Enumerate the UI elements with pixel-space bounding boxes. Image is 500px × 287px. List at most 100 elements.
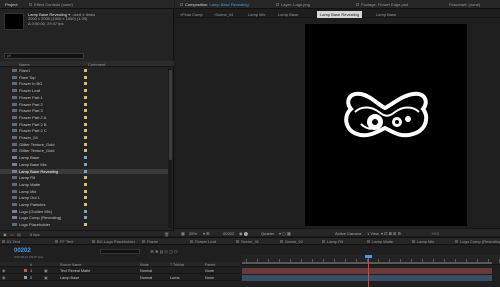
project-item[interactable]: Logo (Golden Mix)	[0, 209, 168, 214]
label-color[interactable]	[84, 136, 87, 139]
project-item[interactable]: Lamp Fill	[0, 175, 168, 180]
breadcrumb-lamp-base-2[interactable]: Lamp Base	[373, 11, 399, 18]
label-color[interactable]	[84, 95, 87, 99]
current-time-indicator[interactable]	[365, 255, 372, 258]
label-color[interactable]	[84, 149, 87, 153]
close-icon[interactable]	[276, 3, 279, 7]
project-item[interactable]: Lamp Base	[0, 155, 168, 160]
view-layout-dropdown[interactable]: 1 View	[367, 231, 379, 236]
tab-project[interactable]: Project	[2, 1, 20, 8]
project-item[interactable]: Logo Comp (Revealing)	[0, 215, 168, 220]
layer-row[interactable]: ◉ 1 ▣ Text Reveal Matte Normal None	[0, 268, 240, 274]
timeline-search-input[interactable]	[100, 249, 140, 254]
project-item[interactable]: Lamp Base Revealing	[0, 168, 168, 174]
breadcrumb-lamp-base[interactable]: Lamp Base	[275, 11, 301, 18]
magnification-dropdown[interactable]: 25%	[189, 231, 197, 236]
project-item[interactable]: Lamp Out 1	[0, 195, 168, 200]
interpret-footage-icon[interactable]: ▣	[3, 232, 7, 237]
label-color[interactable]	[84, 82, 87, 86]
col-trkmat[interactable]: T TrkMat	[170, 263, 184, 267]
bpc-button[interactable]: 8 bpc	[30, 232, 40, 237]
close-icon[interactable]	[180, 3, 183, 7]
grid-icon[interactable]: ▦	[181, 231, 185, 236]
label-color[interactable]	[84, 162, 87, 166]
layer-name[interactable]: Lamp Base	[60, 275, 79, 281]
label-color[interactable]	[84, 122, 87, 126]
tab-composition[interactable]: Composition: Lamp Base Revealing	[177, 1, 252, 8]
tab-flowchart[interactable]: Flowchart: (none)	[446, 1, 483, 8]
fit-icon[interactable]: ▾ ⊞	[203, 231, 209, 236]
label-color[interactable]	[84, 176, 87, 180]
exposure-value[interactable]: +0.0	[431, 231, 439, 236]
project-item[interactable]: Glitter Texture_Gold	[0, 142, 168, 147]
layer-mode[interactable]: Normal	[140, 268, 152, 274]
label-color[interactable]	[84, 102, 87, 106]
project-item[interactable]: Flower Part 2	[0, 102, 168, 107]
current-time[interactable]: 00202	[223, 231, 234, 236]
label-color[interactable]	[84, 75, 87, 79]
project-item[interactable]: Glitter Texture_Gold	[0, 148, 168, 153]
label-color[interactable]	[84, 142, 87, 146]
project-item[interactable]: Flower Part 3	[0, 108, 168, 113]
playhead-line[interactable]	[368, 255, 369, 287]
view-options-icon[interactable]: ▾ ⊡ ⊠ ⊞ ⚙	[381, 231, 401, 236]
layer-label-color[interactable]	[24, 269, 27, 272]
scrollbar-thumb[interactable]	[168, 70, 172, 160]
project-item[interactable]: Flower Part 2 C	[0, 128, 168, 133]
label-color[interactable]	[84, 189, 87, 193]
roi-icon[interactable]: ▾ ▢ ▦	[279, 231, 291, 236]
label-color[interactable]	[84, 216, 87, 220]
breadcrumb-final-comp[interactable]: «Final Comp	[177, 11, 206, 18]
label-color[interactable]	[84, 115, 87, 119]
layer-duration-bar[interactable]	[242, 275, 492, 281]
label-color[interactable]	[84, 109, 87, 113]
project-item[interactable]: Flower Part 2 A	[0, 115, 168, 120]
layer-row[interactable]: ◉ 2 ▣ Lamp Base Normal Luma None	[0, 275, 240, 281]
trash-icon[interactable]: 🗑	[164, 232, 169, 237]
project-item[interactable]: Flower Leaf	[0, 88, 168, 93]
label-color[interactable]	[84, 89, 87, 93]
label-color[interactable]	[84, 169, 87, 173]
col-parent[interactable]: Parent	[205, 263, 215, 267]
project-scrollbar[interactable]	[168, 68, 172, 228]
snapshot-icon[interactable]: ◉ ⬤	[239, 231, 248, 236]
project-item[interactable]: Lamp Matte	[0, 182, 168, 187]
resolution-dropdown[interactable]: Quarter	[261, 231, 275, 236]
tab-footage[interactable]: Footage: Flower Edge.psd	[353, 1, 411, 8]
layer-name[interactable]: Text Reveal Matte	[60, 268, 90, 274]
project-item[interactable]: Flower In BG	[0, 81, 168, 86]
close-icon[interactable]	[356, 3, 359, 7]
project-item[interactable]: Lamp Base Mix	[0, 162, 168, 167]
project-item[interactable]: Flower_04	[0, 135, 168, 140]
label-color[interactable]	[84, 69, 87, 72]
breadcrumb-lamp-base-revealing[interactable]: Lamp Base Revealing	[317, 11, 363, 18]
layer-parent[interactable]: None	[205, 275, 214, 281]
breadcrumb-lamp-mix[interactable]: Lamp Mix	[245, 11, 268, 18]
work-area-bar[interactable]	[242, 262, 492, 264]
col-mode[interactable]: Mode	[140, 263, 149, 267]
visibility-icon[interactable]: ◉	[2, 268, 5, 274]
new-comp-icon[interactable]: ▤	[17, 232, 21, 237]
project-search-input[interactable]: ρ▾	[4, 53, 84, 59]
project-item[interactable]: Flare1	[0, 68, 168, 73]
label-color[interactable]	[84, 156, 87, 160]
layer-mode[interactable]: Normal	[140, 275, 152, 281]
camera-dropdown[interactable]: Active Camera	[335, 231, 361, 236]
tab-layer[interactable]: Layer: Logo.png	[273, 1, 313, 8]
new-folder-icon[interactable]: ▭	[10, 232, 14, 237]
layer-duration-bar[interactable]	[242, 268, 492, 274]
col-source-name[interactable]: Source Name	[60, 263, 81, 267]
tab-effect-controls[interactable]: Effect Controls (none)	[26, 1, 76, 8]
close-icon[interactable]	[29, 3, 32, 7]
project-item[interactable]: Flare Top	[0, 75, 168, 80]
label-color[interactable]	[84, 182, 87, 186]
label-color[interactable]	[84, 209, 87, 213]
breadcrumb-scene-04[interactable]: ‹Scene_04	[211, 11, 236, 18]
visibility-icon[interactable]: ◉	[2, 275, 5, 281]
project-item[interactable]: Flower Part 2 B	[0, 122, 168, 127]
project-item[interactable]: Lamp Particles	[0, 202, 168, 207]
timeline-tools-icon[interactable]: ⌘ ✱ ▤ ◎ ◫ ⌬	[150, 249, 177, 254]
layer-parent[interactable]: None	[205, 268, 214, 274]
timeline-current-time[interactable]: 00202	[14, 248, 31, 254]
label-color[interactable]	[84, 223, 87, 227]
